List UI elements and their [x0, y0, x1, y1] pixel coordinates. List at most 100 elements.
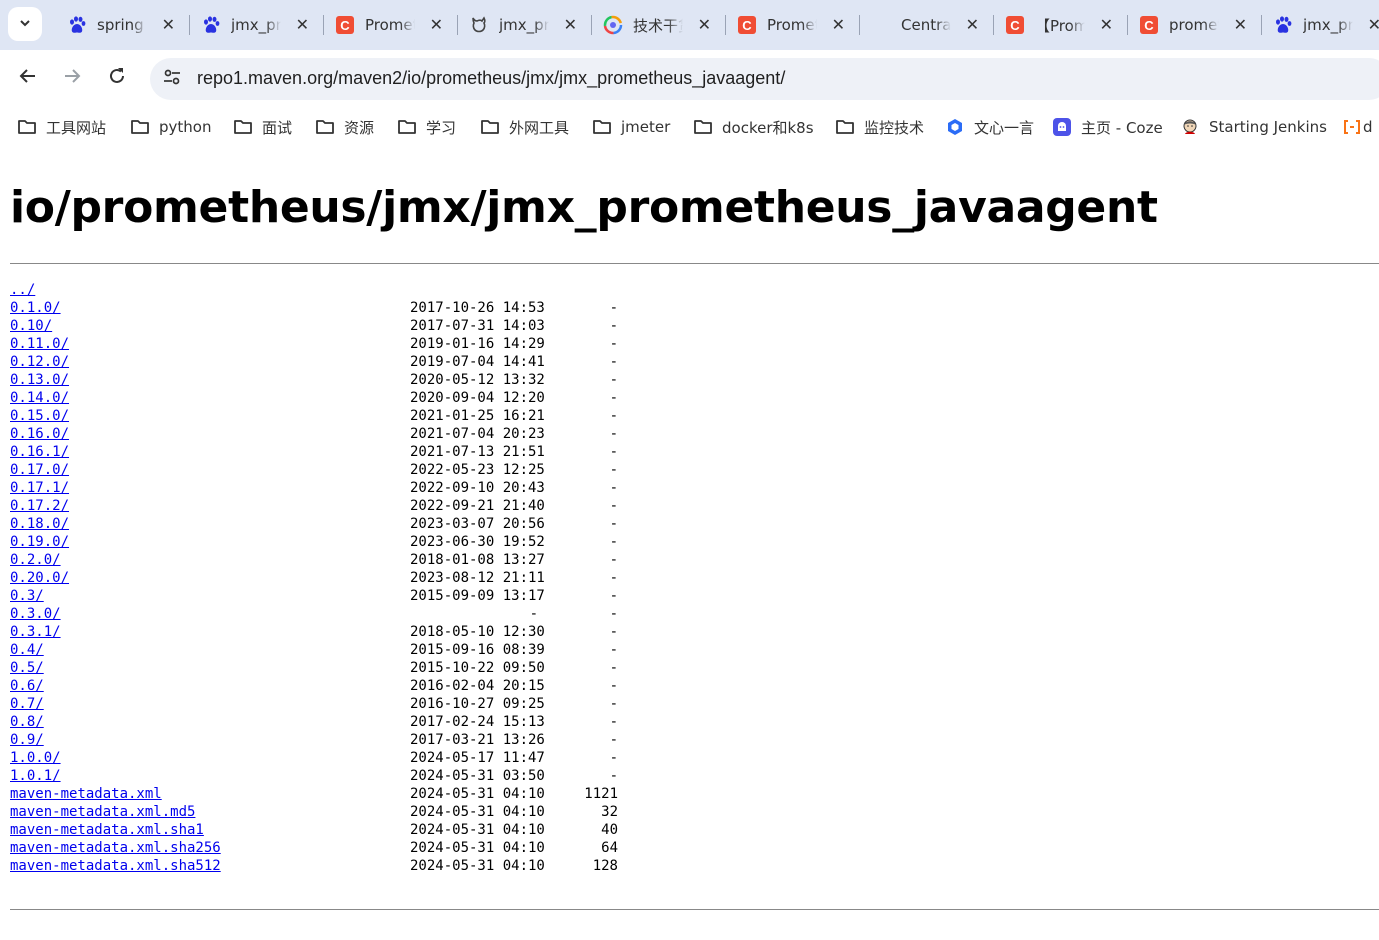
listing-link[interactable]: maven-metadata.xml	[10, 785, 162, 803]
bookmark-item[interactable]: 工具网站	[17, 115, 106, 139]
listing-size: 64	[601, 840, 618, 856]
browser-tab[interactable]: jmx_prometheus ✕	[189, 7, 324, 43]
url-text[interactable]: repo1.maven.org/maven2/io/prometheus/jmx…	[197, 68, 785, 89]
close-icon[interactable]: ✕	[162, 16, 175, 34]
bookmark-item[interactable]: 面试	[233, 115, 292, 139]
close-icon[interactable]: ✕	[564, 16, 577, 34]
listing-link[interactable]: 0.16.1/	[10, 443, 69, 461]
listing-link[interactable]: 0.17.0/	[10, 461, 69, 479]
coze-icon	[1052, 117, 1072, 137]
listing-link[interactable]: 0.11.0/	[10, 335, 69, 353]
listing-date: 2016-02-04 20:15	[410, 678, 545, 694]
baidu-paw-icon	[201, 15, 221, 35]
close-icon[interactable]: ✕	[296, 16, 309, 34]
folder-icon	[835, 117, 855, 137]
browser-tab[interactable]: jmx_prometheus ✕	[457, 7, 592, 43]
close-icon[interactable]: ✕	[430, 16, 443, 34]
bookmark-label: docker和k8s	[722, 118, 814, 137]
bookmark-item[interactable]: 资源	[315, 115, 374, 139]
listing-date: 2015-09-16 08:39	[410, 642, 545, 658]
listing-link[interactable]: 0.16.0/	[10, 425, 69, 443]
close-icon[interactable]: ✕	[1368, 16, 1379, 34]
bookmark-item[interactable]: 主页 - Coze	[1052, 115, 1163, 139]
listing-size: 128	[592, 858, 618, 874]
browser-tab[interactable]: C 【Prometheus ✕	[993, 7, 1128, 43]
listing-date: 2017-10-26 14:53	[410, 300, 545, 316]
listing-date: 2020-09-04 12:20	[410, 390, 545, 406]
tab-search-button[interactable]	[8, 7, 42, 41]
listing-link[interactable]: 0.10/	[10, 317, 52, 335]
listing-link[interactable]: maven-metadata.xml.sha512	[10, 857, 221, 875]
bookmark-label: 工具网站	[46, 118, 107, 137]
listing-date: 2020-05-12 13:32	[410, 372, 545, 388]
bookmark-item[interactable]: docker和k8s	[693, 115, 814, 139]
listing-link[interactable]: maven-metadata.xml.sha256	[10, 839, 221, 857]
listing-link[interactable]: 0.20.0/	[10, 569, 69, 587]
tab-strip: spring✕jmx_prometheus✕CPrometheus✕jmx_pr…	[0, 0, 1379, 50]
close-icon[interactable]: ✕	[698, 16, 711, 34]
bookmark-item[interactable]: 监控技术	[835, 115, 924, 139]
listing-link[interactable]: 0.19.0/	[10, 533, 69, 551]
listing-link[interactable]: 0.3.0/	[10, 605, 61, 623]
browser-tab[interactable]: spring ✕	[55, 7, 190, 43]
listing-link[interactable]: 0.12.0/	[10, 353, 69, 371]
tab-title: jmx_prometheus	[499, 16, 549, 34]
reload-button[interactable]	[102, 63, 132, 93]
close-icon[interactable]: ✕	[966, 16, 979, 34]
bookmark-label: 学习	[426, 118, 457, 137]
listing-link[interactable]: maven-metadata.xml.md5	[10, 803, 195, 821]
listing-link[interactable]: 0.7/	[10, 695, 44, 713]
bookmark-item[interactable]: jmeter	[592, 115, 670, 139]
listing-date: 2024-05-31 04:10	[410, 840, 545, 856]
close-icon[interactable]: ✕	[832, 16, 845, 34]
listing-link[interactable]: 0.5/	[10, 659, 44, 677]
folder-icon	[397, 117, 417, 137]
bookmark-item[interactable]: d	[1342, 115, 1373, 139]
forward-button[interactable]	[57, 63, 87, 93]
listing-link[interactable]: 1.0.1/	[10, 767, 61, 785]
close-icon[interactable]: ✕	[1234, 16, 1247, 34]
listing-link[interactable]: 0.9/	[10, 731, 44, 749]
browser-tab[interactable]: 技术干货 ✕	[591, 7, 726, 43]
listing-link[interactable]: 0.2.0/	[10, 551, 61, 569]
listing-link[interactable]: 0.17.1/	[10, 479, 69, 497]
page-content: io/prometheus/jmx/jmx_prometheus_javaage…	[0, 146, 1379, 940]
listing-link[interactable]: 0.13.0/	[10, 371, 69, 389]
bookmark-item[interactable]: Starting Jenkins	[1180, 115, 1327, 139]
bookmark-item[interactable]: 文心一言	[945, 115, 1034, 139]
bookmark-item[interactable]: 外网工具	[480, 115, 569, 139]
close-icon[interactable]: ✕	[1100, 16, 1113, 34]
browser-tab[interactable]: Cprometheus ✕	[1127, 7, 1262, 43]
bookmarks-bar: 工具网站 python 面试 资源 学习 外网工具 jmeter docker和k8s 监控技术…	[0, 108, 1379, 146]
listing-link[interactable]: 0.3/	[10, 587, 44, 605]
listing-size: -	[609, 354, 618, 370]
back-button[interactable]	[13, 63, 43, 93]
tab-title: 技术干货	[633, 16, 683, 35]
listing-link[interactable]: 0.6/	[10, 677, 44, 695]
address-bar[interactable]: repo1.maven.org/maven2/io/prometheus/jmx…	[150, 58, 1379, 100]
browser-tab[interactable]: Central ✕	[859, 7, 994, 43]
csdn-c-icon: C	[1139, 15, 1159, 35]
listing-link[interactable]: maven-metadata.xml.sha1	[10, 821, 204, 839]
browser-tab[interactable]: jmx_prometheus ✕	[1261, 7, 1379, 43]
listing-link[interactable]: 0.8/	[10, 713, 44, 731]
listing-link[interactable]: 0.17.2/	[10, 497, 69, 515]
bookmark-label: 监控技术	[864, 118, 925, 137]
listing-link[interactable]: 0.18.0/	[10, 515, 69, 533]
bottom-divider	[10, 909, 1379, 910]
listing-link[interactable]: 0.1.0/	[10, 299, 61, 317]
bookmark-item[interactable]: 学习	[397, 115, 456, 139]
listing-link[interactable]: 0.15.0/	[10, 407, 69, 425]
browser-tab[interactable]: C Prometheus ✕	[323, 7, 458, 43]
listing-link[interactable]: 0.3.1/	[10, 623, 61, 641]
listing-link[interactable]: 0.4/	[10, 641, 44, 659]
listing-date: 2024-05-31 04:10	[410, 822, 545, 838]
site-info-button[interactable]	[160, 67, 184, 91]
listing-link[interactable]: 1.0.0/	[10, 749, 61, 767]
listing-size: -	[609, 714, 618, 730]
listing-link[interactable]: 0.14.0/	[10, 389, 69, 407]
bookmark-item[interactable]: python	[130, 115, 211, 139]
listing-date: 2023-03-07 20:56	[410, 516, 545, 532]
listing-link[interactable]: ../	[10, 281, 35, 299]
browser-tab[interactable]: C Prometheus ✕	[725, 7, 860, 43]
